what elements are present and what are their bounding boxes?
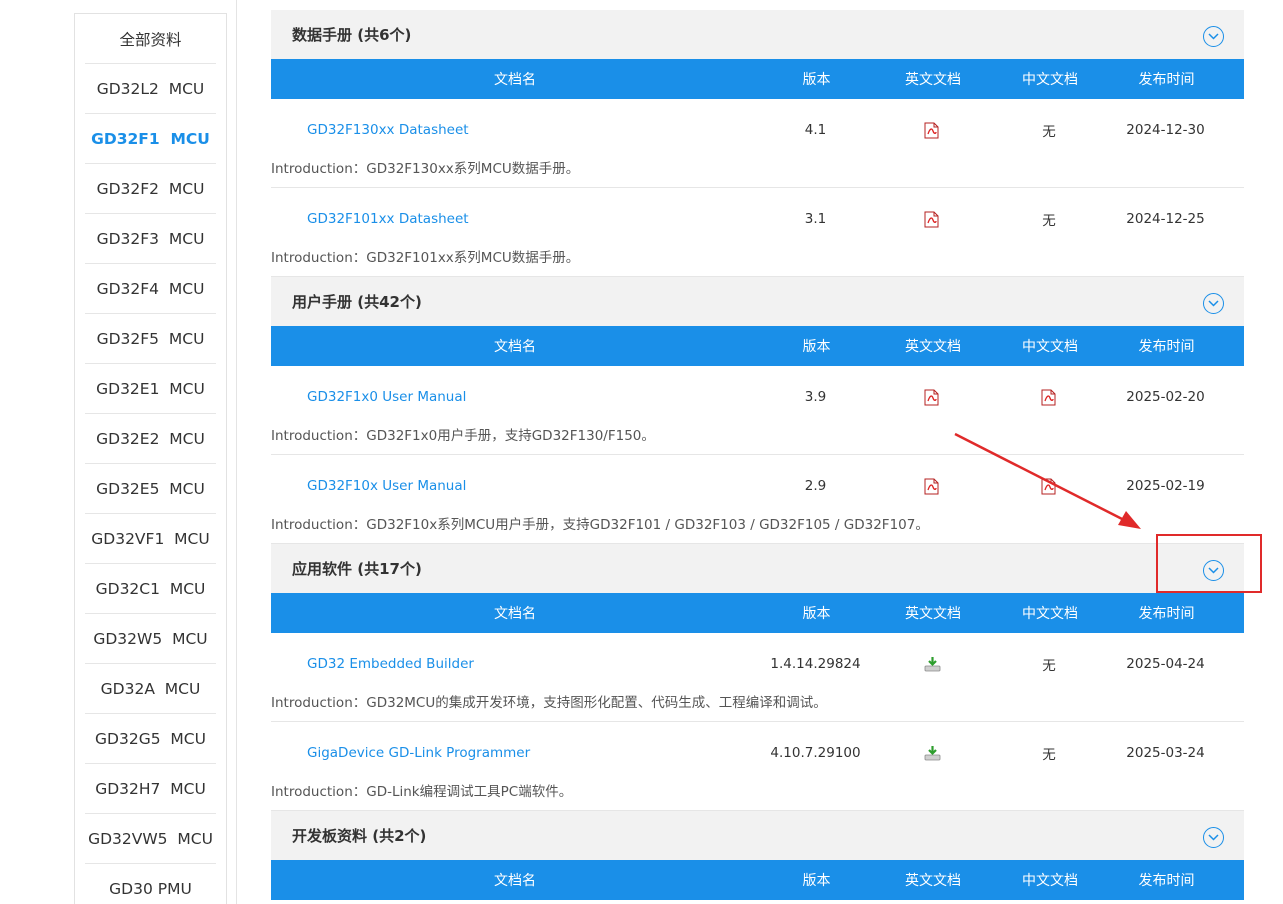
pdf-icon[interactable] (924, 389, 940, 406)
chinese-doc-none: 无 (1042, 124, 1056, 140)
header-version: 版本 (802, 606, 831, 622)
sidebar-item-gd32h7[interactable]: GD32H7 MCU (85, 764, 216, 814)
sidebar-item-gd32e5[interactable]: GD32E5 MCU (85, 464, 216, 514)
download-icon[interactable] (924, 656, 941, 672)
header-date: 发布时间 (1138, 873, 1195, 889)
table-header: 文档名 版本 英文文档 中文文档 发布时间 (271, 59, 1244, 99)
sidebar-item-gd30-pmu[interactable]: GD30 PMU (85, 864, 216, 904)
section-header-user-manual: 用户手册 (共42个) (271, 277, 1244, 326)
document-link[interactable]: GD32F10x User Manual (307, 478, 466, 494)
release-date: 2024-12-30 (1126, 122, 1205, 138)
header-name: 文档名 (494, 72, 536, 88)
row-introduction: Introduction：GD-Link编程调试工具PC端软件。 (271, 784, 573, 800)
category-sidebar: 全部资料 GD32L2 MCU GD32F1 MCU GD32F2 MCU GD… (74, 13, 227, 904)
version-value: 3.1 (804, 211, 827, 227)
chinese-doc-none: 无 (1042, 658, 1056, 674)
release-date: 2025-04-24 (1126, 656, 1205, 672)
section-header-datasheet: 数据手册 (共6个) (271, 10, 1244, 59)
version-value: 1.4.14.29824 (770, 656, 861, 672)
row-introduction: Introduction：GD32F101xx系列MCU数据手册。 (271, 250, 580, 266)
document-link[interactable]: GD32F130xx Datasheet (307, 122, 469, 138)
header-version: 版本 (802, 339, 831, 355)
section-header-software: 应用软件 (共17个) (271, 544, 1244, 593)
table-row: GD32F130xx Datasheet 4.1 无 2024-12-30 In… (271, 99, 1244, 188)
table-row: GigaDevice GD-Link Programmer 4.10.7.291… (271, 722, 1244, 811)
document-link[interactable]: GD32F1x0 User Manual (307, 389, 466, 405)
pdf-icon[interactable] (1041, 389, 1057, 406)
sidebar-item-gd32f4[interactable]: GD32F4 MCU (85, 264, 216, 314)
release-date: 2025-03-24 (1126, 745, 1205, 761)
sidebar-item-gd32l2[interactable]: GD32L2 MCU (85, 64, 216, 114)
header-chinese: 中文文档 (1022, 339, 1078, 355)
document-link[interactable]: GD32 Embedded Builder (307, 656, 474, 672)
pdf-icon[interactable] (924, 478, 940, 495)
sidebar-item-gd32f1[interactable]: GD32F1 MCU (85, 114, 216, 164)
header-english: 英文文档 (905, 339, 961, 355)
sidebar-item-gd32g5[interactable]: GD32G5 MCU (85, 714, 216, 764)
table-row: GD32F1x0 User Manual 3.9 2025-02-20 Intr… (271, 366, 1244, 455)
pdf-icon[interactable] (924, 211, 940, 228)
document-link[interactable]: GD32F101xx Datasheet (307, 211, 469, 227)
sidebar-item-all[interactable]: 全部资料 (85, 14, 216, 64)
table-row: GD32 Embedded Builder 1.4.14.29824 无 202… (271, 633, 1244, 722)
header-chinese: 中文文档 (1022, 606, 1078, 622)
chinese-doc-none: 无 (1042, 213, 1056, 229)
table-row: GD32F101xx Datasheet 3.1 无 2024-12-25 In… (271, 188, 1244, 277)
row-introduction: Introduction：GD32F1x0用户手册，支持GD32F130/F15… (271, 428, 655, 444)
header-date: 发布时间 (1138, 339, 1195, 355)
download-icon[interactable] (924, 745, 941, 761)
sidebar-item-gd32f3[interactable]: GD32F3 MCU (85, 214, 216, 264)
annotation-highlight-box (1156, 534, 1262, 593)
chevron-down-icon[interactable] (1203, 292, 1224, 314)
section-title: 用户手册 (共42个) (292, 293, 422, 311)
header-name: 文档名 (494, 339, 536, 355)
table-row: GD32F10x User Manual 2.9 2025-02-19 Intr… (271, 455, 1244, 544)
header-name: 文档名 (494, 873, 536, 889)
header-english: 英文文档 (905, 72, 961, 88)
header-version: 版本 (802, 873, 831, 889)
row-introduction: Introduction：GD32F10x系列MCU用户手册，支持GD32F10… (271, 517, 929, 533)
sidebar-item-gd32a[interactable]: GD32A MCU (85, 664, 216, 714)
table-header: 文档名 版本 英文文档 中文文档 发布时间 (271, 593, 1244, 633)
version-value: 3.9 (804, 389, 827, 405)
chinese-doc-none: 无 (1042, 747, 1056, 763)
sidebar-item-gd32vf1[interactable]: GD32VF1 MCU (85, 514, 216, 564)
version-value: 4.10.7.29100 (770, 745, 861, 761)
sidebar-item-gd32w5[interactable]: GD32W5 MCU (85, 614, 216, 664)
section-title: 应用软件 (共17个) (292, 560, 422, 578)
header-date: 发布时间 (1138, 606, 1195, 622)
header-english: 英文文档 (905, 606, 961, 622)
table-header: 文档名 版本 英文文档 中文文档 发布时间 (271, 326, 1244, 366)
sidebar-item-gd32e1[interactable]: GD32E1 MCU (85, 364, 216, 414)
header-version: 版本 (802, 72, 831, 88)
release-date: 2024-12-25 (1126, 211, 1205, 227)
release-date: 2025-02-20 (1126, 389, 1205, 405)
pdf-icon[interactable] (1041, 478, 1057, 495)
chevron-down-icon[interactable] (1203, 25, 1224, 47)
header-chinese: 中文文档 (1022, 72, 1078, 88)
section-header-dev-board: 开发板资料 (共2个) (271, 811, 1244, 860)
document-list: 数据手册 (共6个) 文档名 版本 英文文档 中文文档 发布时间 GD32F13… (271, 10, 1244, 900)
section-title: 开发板资料 (共2个) (292, 827, 427, 845)
header-date: 发布时间 (1138, 72, 1195, 88)
pdf-icon[interactable] (924, 122, 940, 139)
document-link[interactable]: GigaDevice GD-Link Programmer (307, 745, 530, 761)
row-introduction: Introduction：GD32F130xx系列MCU数据手册。 (271, 161, 580, 177)
version-value: 2.9 (804, 478, 827, 494)
table-header: 文档名 版本 英文文档 中文文档 发布时间 (271, 860, 1244, 900)
divider (236, 0, 237, 904)
sidebar-item-gd32f5[interactable]: GD32F5 MCU (85, 314, 216, 364)
release-date: 2025-02-19 (1126, 478, 1205, 494)
sidebar-item-gd32f2[interactable]: GD32F2 MCU (85, 164, 216, 214)
sidebar-item-gd32vw5[interactable]: GD32VW5 MCU (85, 814, 216, 864)
chevron-down-icon[interactable] (1203, 826, 1224, 848)
section-title: 数据手册 (共6个) (292, 26, 412, 44)
header-name: 文档名 (494, 606, 536, 622)
header-english: 英文文档 (905, 873, 961, 889)
header-chinese: 中文文档 (1022, 873, 1078, 889)
version-value: 4.1 (804, 122, 827, 138)
row-introduction: Introduction：GD32MCU的集成开发环境，支持图形化配置、代码生成… (271, 695, 827, 711)
sidebar-item-gd32e2[interactable]: GD32E2 MCU (85, 414, 216, 464)
sidebar-item-gd32c1[interactable]: GD32C1 MCU (85, 564, 216, 614)
